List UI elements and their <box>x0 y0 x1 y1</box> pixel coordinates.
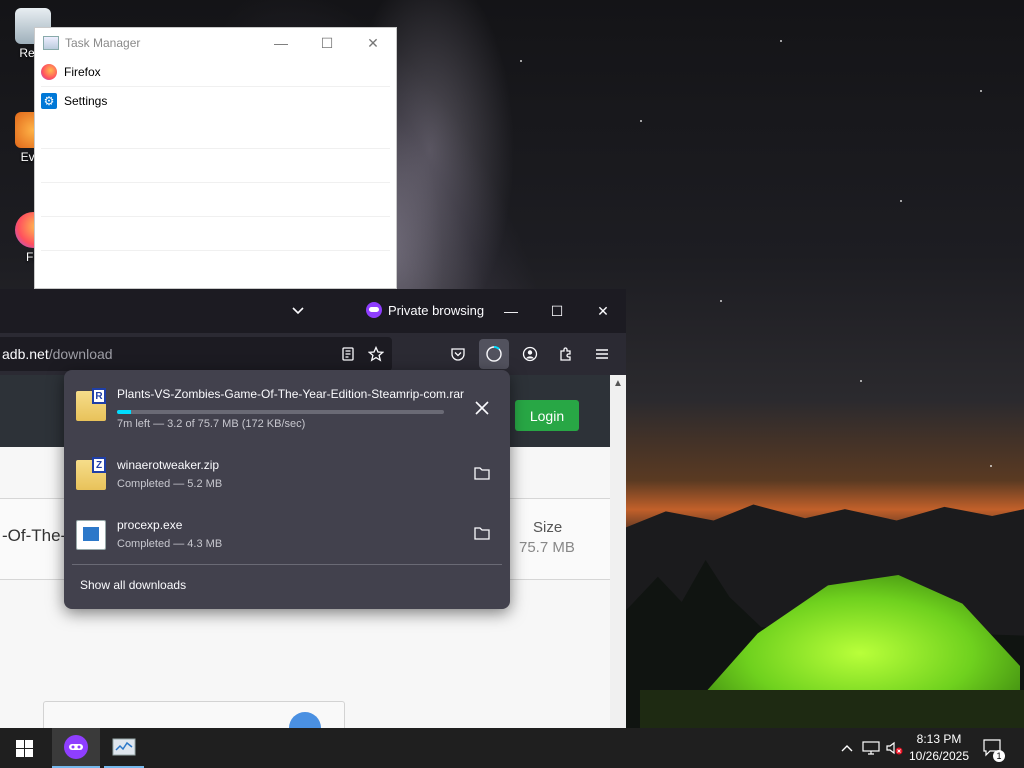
url-path: /download <box>48 346 113 362</box>
star <box>780 40 782 42</box>
list-all-tabs-chevron-icon[interactable] <box>290 303 306 319</box>
empty-row <box>41 115 390 149</box>
download-filename: winaerotweaker.zip <box>117 458 220 472</box>
show-in-folder-icon[interactable] <box>469 520 495 546</box>
download-progress-bar <box>117 410 444 414</box>
task-manager-icon <box>112 738 136 756</box>
star <box>520 60 522 62</box>
firefox-tabbar[interactable]: Private browsing — ☐ ✕ <box>0 289 626 333</box>
scroll-up-arrow-icon[interactable]: ▲ <box>610 375 626 391</box>
minimize-button[interactable]: — <box>499 299 523 323</box>
download-status: Completed — 5.2 MB <box>117 478 223 490</box>
cancel-download-close-icon[interactable] <box>469 395 495 421</box>
clock-date: 10/26/2025 <box>908 749 970 763</box>
page-scrollbar[interactable]: ▲ <box>610 375 626 728</box>
process-name: Firefox <box>64 65 101 79</box>
file-title-fragment: -Of-The- <box>2 526 67 545</box>
download-item[interactable]: Z winaerotweaker.zip Completed — 5.2 MB <box>64 443 510 503</box>
empty-row <box>41 149 390 183</box>
private-browsing-indicator: Private browsing <box>366 302 484 318</box>
download-status: Completed — 4.3 MB <box>117 538 223 550</box>
recaptcha-box[interactable] <box>43 701 345 734</box>
firefox-icon <box>41 64 57 80</box>
url-host: adb.net <box>2 346 49 362</box>
process-name: Settings <box>64 94 108 108</box>
menu-icon[interactable] <box>587 339 617 369</box>
process-row-firefox[interactable]: Firefox <box>35 58 396 86</box>
private-mask-icon <box>366 302 382 318</box>
taskbar-firefox-private[interactable] <box>52 728 100 768</box>
task-manager-window: Task Manager — ☐ ✕ Firefox ⚙ Settings <box>34 27 397 289</box>
downloads-icon[interactable] <box>479 339 509 369</box>
downloads-panel: R Plants-VS-Zombies-Game-Of-The-Year-Edi… <box>64 370 510 609</box>
grass <box>640 690 1024 728</box>
archive-badge: Z <box>92 457 106 473</box>
star <box>720 300 722 302</box>
star <box>640 120 642 122</box>
extensions-icon[interactable] <box>551 339 581 369</box>
panel-divider <box>72 564 502 565</box>
empty-row <box>41 217 390 251</box>
account-icon[interactable] <box>515 339 545 369</box>
download-progress-fill <box>117 410 131 414</box>
login-button[interactable]: Login <box>515 400 579 431</box>
star <box>860 380 862 382</box>
process-row-settings[interactable]: ⚙ Settings <box>35 87 396 115</box>
reader-view-icon[interactable] <box>333 339 363 369</box>
pocket-icon[interactable] <box>443 339 473 369</box>
download-filename: procexp.exe <box>117 518 183 532</box>
archive-badge: R <box>92 388 106 404</box>
show-hidden-icons-chevron-icon[interactable] <box>838 728 856 768</box>
firefox-private-icon <box>64 735 88 759</box>
notification-center-icon[interactable]: 1 <box>980 728 1006 768</box>
download-item[interactable]: R Plants-VS-Zombies-Game-Of-The-Year-Edi… <box>64 374 510 434</box>
network-icon[interactable] <box>860 728 882 768</box>
download-status: 7m left — 3.2 of 75.7 MB (172 KB/sec) <box>117 418 306 430</box>
windows-logo-icon <box>15 739 33 757</box>
size-value: 75.7 MB <box>519 539 575 556</box>
system-clock[interactable]: 8:13 PM 10/26/2025 <box>900 731 978 765</box>
empty-row <box>41 183 390 217</box>
star <box>980 90 982 92</box>
exe-file-icon <box>76 520 106 550</box>
taskbar-task-manager[interactable] <box>100 728 148 768</box>
maximize-button[interactable]: ☐ <box>304 28 350 58</box>
star <box>990 465 992 467</box>
download-filename: Plants-VS-Zombies-Game-Of-The-Year-Editi… <box>117 387 464 401</box>
private-browsing-label: Private browsing <box>388 302 485 318</box>
taskbar: 8:13 PM 10/26/2025 1 <box>0 728 1024 768</box>
settings-gear-icon: ⚙ <box>41 93 57 109</box>
task-manager-icon <box>43 36 59 50</box>
close-button[interactable]: ✕ <box>591 299 615 323</box>
task-manager-title: Task Manager <box>65 36 141 50</box>
download-item[interactable]: procexp.exe Completed — 4.3 MB <box>64 503 510 563</box>
task-manager-titlebar[interactable]: Task Manager — ☐ ✕ <box>35 28 396 58</box>
firefox-navbar: adb.net/download <box>0 333 626 375</box>
size-label: Size <box>533 519 563 536</box>
notification-count-badge: 1 <box>993 750 1005 762</box>
show-in-folder-icon[interactable] <box>469 460 495 486</box>
star <box>900 200 902 202</box>
clock-time: 8:13 PM <box>916 732 962 746</box>
bookmark-star-icon[interactable] <box>361 339 391 369</box>
minimize-button[interactable]: — <box>258 28 304 58</box>
close-button[interactable]: ✕ <box>350 28 396 58</box>
show-all-downloads-button[interactable]: Show all downloads <box>80 578 186 592</box>
maximize-button[interactable]: ☐ <box>545 299 569 323</box>
start-button[interactable] <box>0 728 48 768</box>
